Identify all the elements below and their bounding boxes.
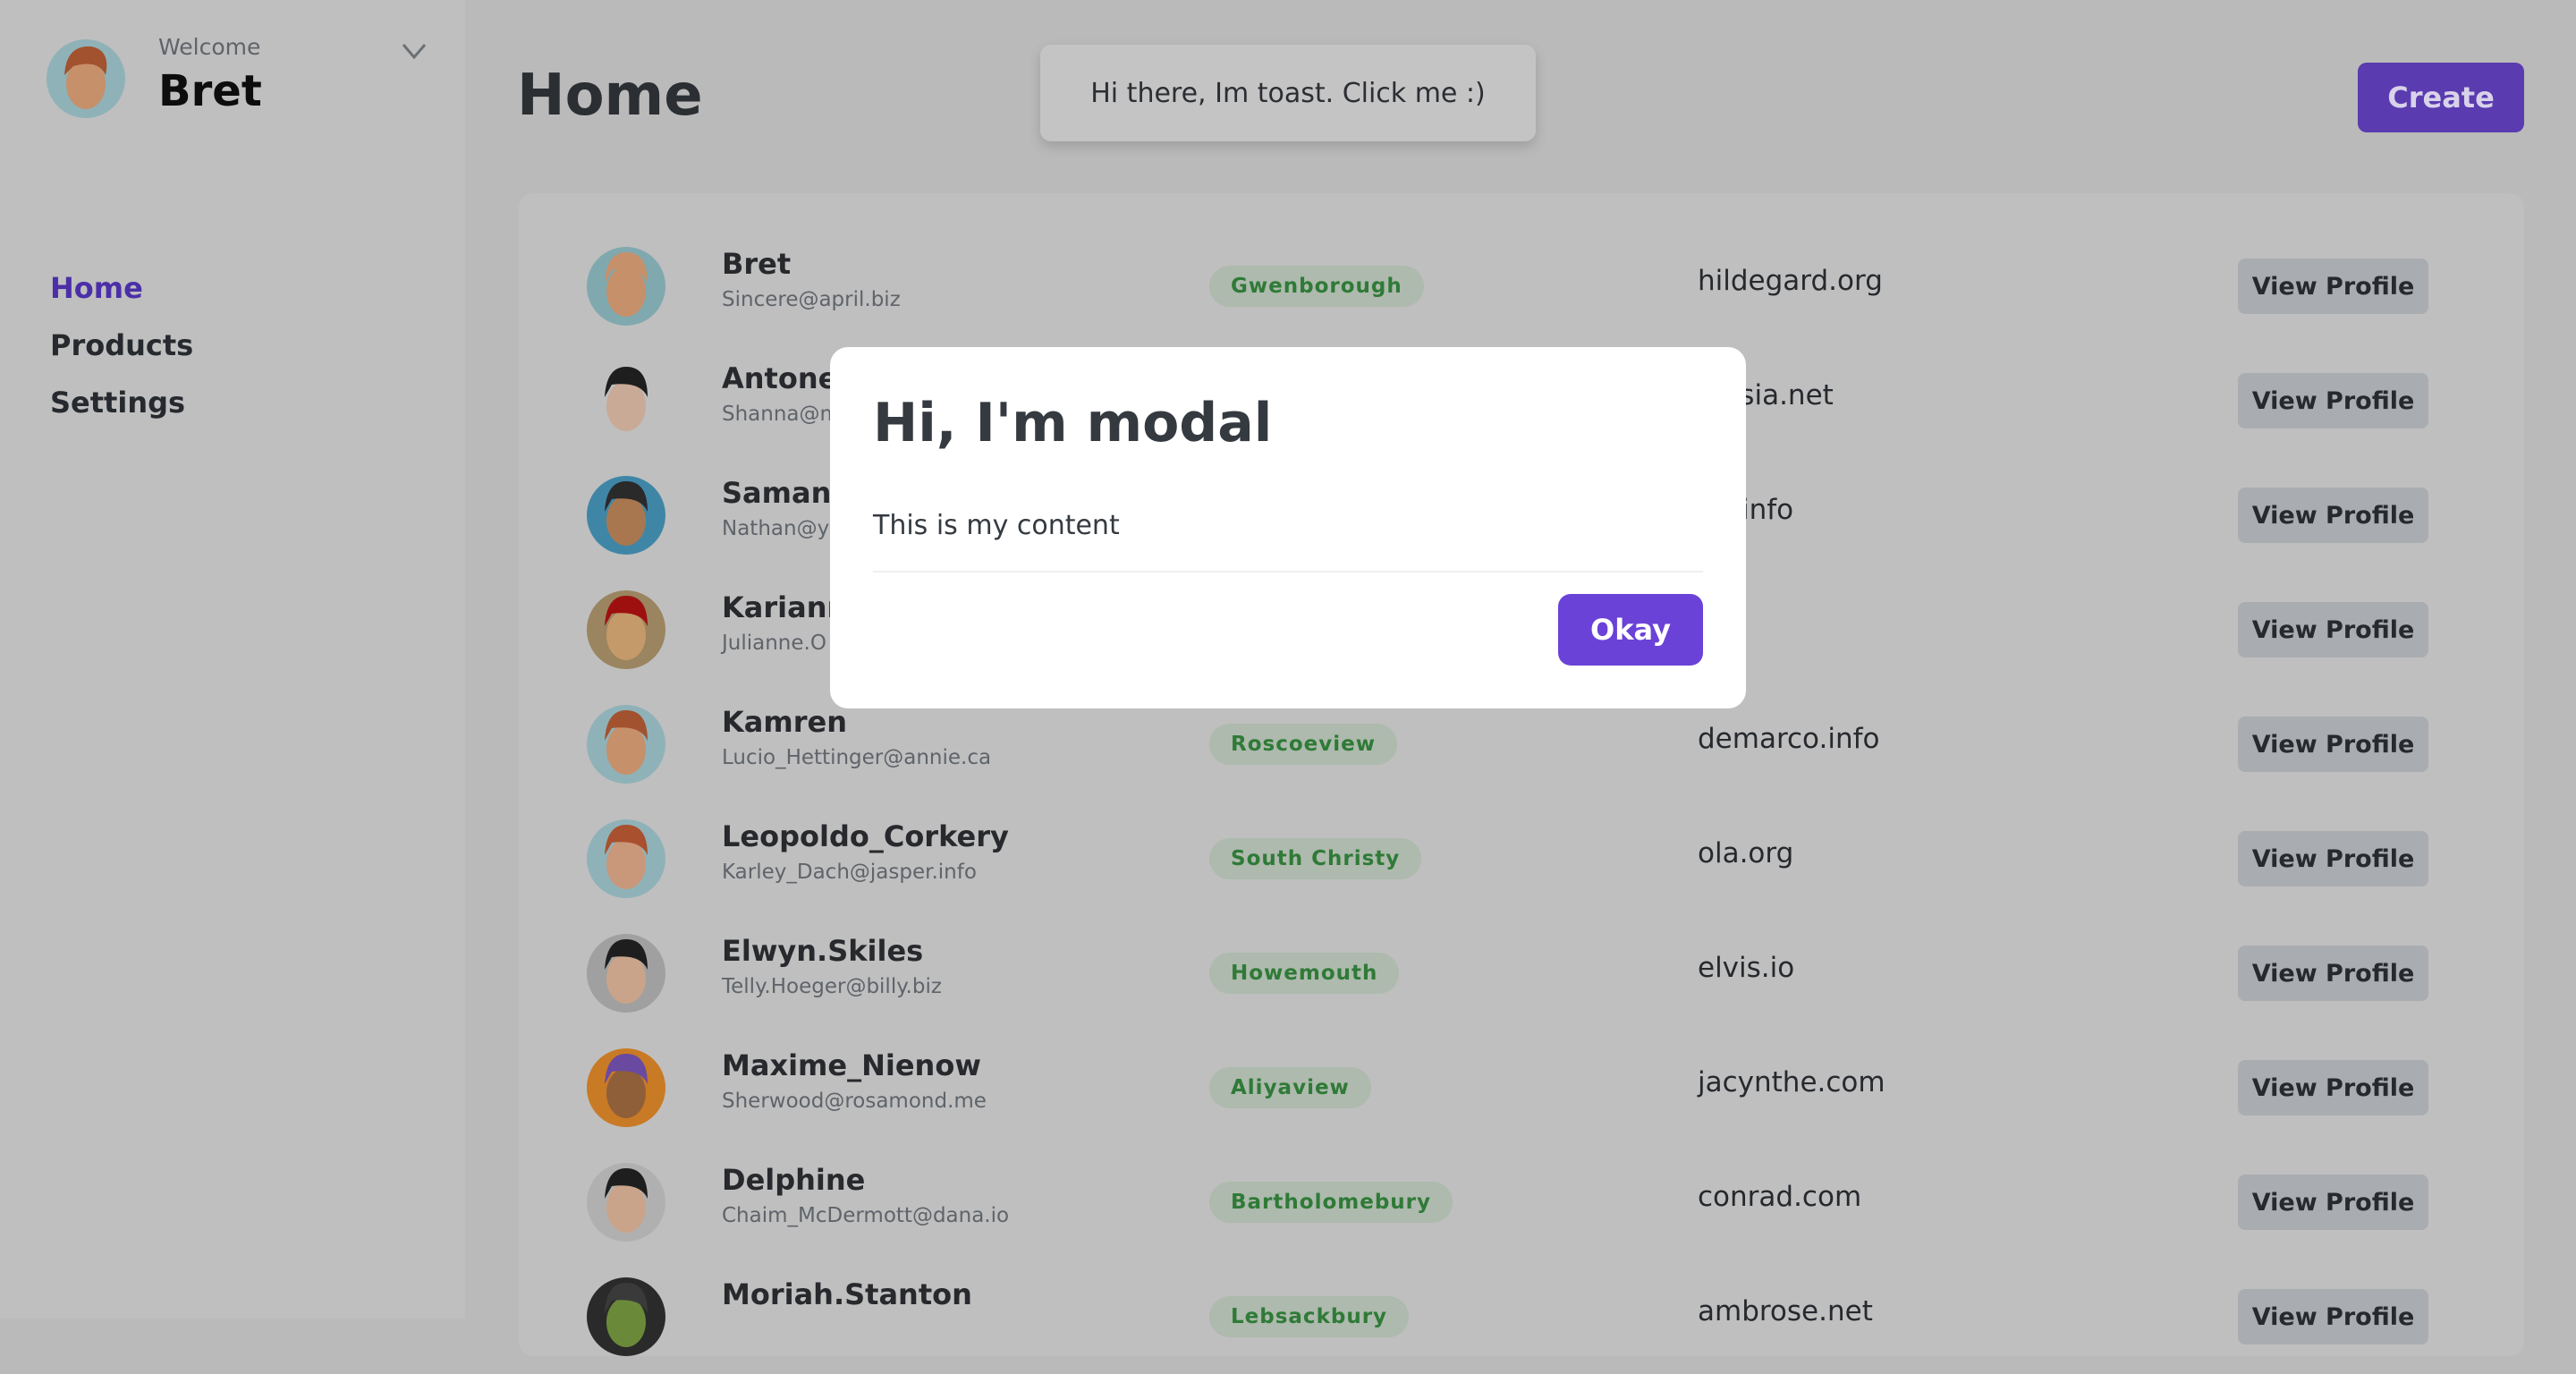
- user-email: Telly.Hoeger@billy.biz: [722, 975, 942, 998]
- sidebar-item-products[interactable]: Products: [50, 326, 193, 383]
- user-email: Nathan@y: [722, 517, 830, 540]
- city-badge: South Christy: [1209, 838, 1422, 879]
- view-profile-button[interactable]: View Profile: [2238, 488, 2428, 543]
- modal: Hi, I'm modal This is my content Okay: [830, 347, 1746, 708]
- table-row: Maxime_Nienow Sherwood@rosamond.me Aliya…: [519, 1030, 2524, 1145]
- avatar: [587, 476, 665, 555]
- city-badge: Aliyaview: [1209, 1067, 1371, 1108]
- sidebar-item-settings[interactable]: Settings: [50, 383, 193, 440]
- avatar: [587, 1163, 665, 1242]
- sidebar: Welcome Bret Home Products Settings: [0, 0, 465, 1319]
- user-name: Bret: [158, 66, 262, 116]
- view-profile-button[interactable]: View Profile: [2238, 602, 2428, 657]
- modal-divider: [873, 571, 1703, 572]
- avatar: [587, 361, 665, 440]
- city-badge: Lebsackbury: [1209, 1296, 1410, 1337]
- welcome-label: Welcome: [158, 34, 261, 60]
- user-website: jacynthe.com: [1698, 1066, 1885, 1098]
- table-row: Moriah.Stanton Lebsackbury ambrose.net V…: [519, 1260, 2524, 1374]
- sidebar-item-home[interactable]: Home: [50, 268, 193, 326]
- city-badge: Roscoeview: [1209, 724, 1397, 765]
- user-name: Elwyn.Skiles: [722, 934, 924, 968]
- view-profile-button[interactable]: View Profile: [2238, 1289, 2428, 1344]
- user-email: Chaim_McDermott@dana.io: [722, 1204, 1010, 1227]
- user-website: elvis.io: [1698, 952, 1795, 984]
- user-website: conrad.com: [1698, 1181, 1862, 1213]
- user-website: ambrose.net: [1698, 1295, 1873, 1327]
- modal-title: Hi, I'm modal: [873, 392, 1273, 454]
- avatar: [587, 1277, 665, 1356]
- avatar: [587, 819, 665, 898]
- view-profile-button[interactable]: View Profile: [2238, 831, 2428, 886]
- view-profile-button[interactable]: View Profile: [2238, 946, 2428, 1001]
- table-row: Elwyn.Skiles Telly.Hoeger@billy.biz Howe…: [519, 916, 2524, 1030]
- user-name: Delphine: [722, 1163, 866, 1197]
- table-row: Delphine Chaim_McDermott@dana.io Barthol…: [519, 1145, 2524, 1260]
- user-email: Julianne.O: [722, 632, 826, 655]
- okay-button[interactable]: Okay: [1558, 594, 1703, 666]
- avatar: [587, 247, 665, 326]
- user-email: Shanna@m: [722, 403, 840, 426]
- user-website: ola.org: [1698, 837, 1794, 869]
- user-name: Moriah.Stanton: [722, 1277, 972, 1311]
- user-name: Antone: [722, 361, 838, 395]
- user-name: Bret: [722, 247, 792, 281]
- city-badge: Bartholomebury: [1209, 1182, 1453, 1223]
- modal-content: This is my content: [873, 510, 1120, 541]
- city-badge: Howemouth: [1209, 953, 1400, 994]
- user-avatar[interactable]: [47, 39, 125, 118]
- user-name: Kariann: [722, 590, 848, 624]
- page-title: Home: [517, 63, 703, 129]
- user-name: Maxime_Nienow: [722, 1048, 981, 1082]
- user-email: Lucio_Hettinger@annie.ca: [722, 746, 992, 769]
- view-profile-button[interactable]: View Profile: [2238, 717, 2428, 772]
- user-website: demarco.info: [1698, 723, 1880, 755]
- view-profile-button[interactable]: View Profile: [2238, 259, 2428, 314]
- user-email: Sherwood@rosamond.me: [722, 1090, 987, 1113]
- avatar: [587, 705, 665, 784]
- sidebar-nav: Home Products Settings: [50, 268, 193, 440]
- user-website: hildegard.org: [1698, 265, 1883, 297]
- city-badge: Gwenborough: [1209, 266, 1424, 307]
- table-row: Leopoldo_Corkery Karley_Dach@jasper.info…: [519, 802, 2524, 916]
- view-profile-button[interactable]: View Profile: [2238, 373, 2428, 428]
- user-name: Leopoldo_Corkery: [722, 819, 1009, 853]
- view-profile-button[interactable]: View Profile: [2238, 1175, 2428, 1230]
- avatar: [587, 590, 665, 669]
- chevron-down-icon[interactable]: [401, 38, 428, 64]
- toast[interactable]: Hi there, Im toast. Click me :): [1040, 45, 1536, 141]
- avatar: [587, 934, 665, 1013]
- user-email: Sincere@april.biz: [722, 288, 901, 311]
- view-profile-button[interactable]: View Profile: [2238, 1060, 2428, 1115]
- user-name: Samant: [722, 476, 845, 510]
- avatar: [587, 1048, 665, 1127]
- table-row: Bret Sincere@april.biz Gwenborough hilde…: [519, 229, 2524, 344]
- user-email: Karley_Dach@jasper.info: [722, 861, 977, 884]
- user-name: Kamren: [722, 705, 847, 739]
- create-button[interactable]: Create: [2358, 63, 2524, 132]
